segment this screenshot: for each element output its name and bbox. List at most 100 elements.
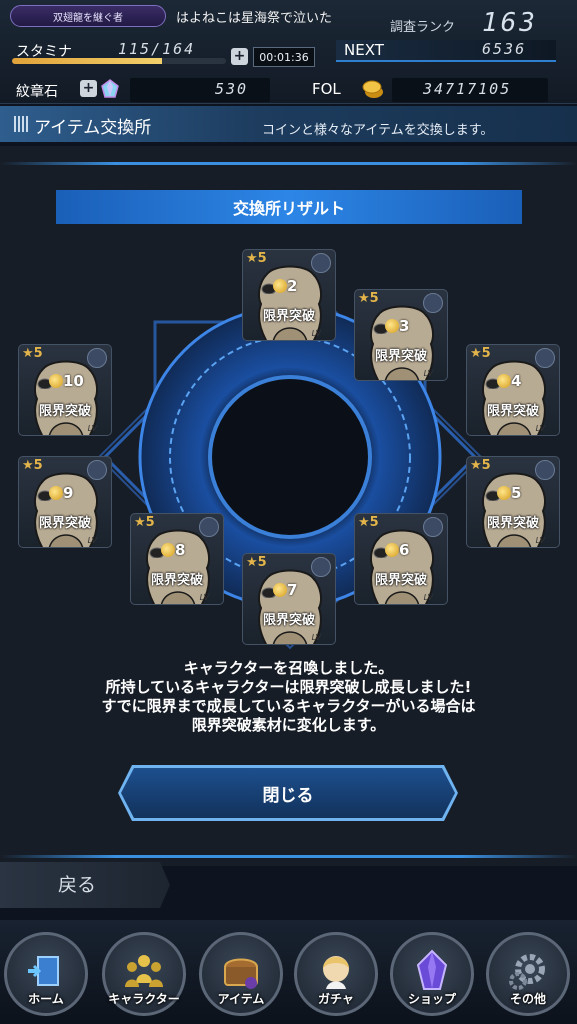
card-level-tag: LV	[311, 329, 321, 338]
class-emblem-icon	[311, 557, 331, 577]
section-title: アイテム交換所	[34, 118, 152, 138]
stone-value-box	[130, 78, 270, 102]
card-level-tag: LV	[87, 424, 97, 433]
result-card[interactable]: ★5 5 限界突破 LV	[466, 456, 560, 548]
result-card[interactable]: ★5 4 限界突破 LV	[466, 344, 560, 436]
card-rarity: ★5	[22, 458, 43, 473]
card-quantity: 2	[287, 277, 298, 295]
card-label: 限界突破	[38, 516, 91, 531]
gold-coin-icon	[385, 319, 399, 333]
result-message-line: すでに限界まで成長しているキャラクターがいる場合は	[101, 697, 476, 715]
card-label: 限界突破	[374, 349, 427, 364]
card-quantity: 5	[511, 484, 522, 502]
card-level-tag: LV	[535, 536, 545, 545]
add-stamina-button[interactable]: +	[231, 48, 248, 65]
result-card[interactable]: ★5 6 限界突破 LV	[354, 513, 448, 605]
stone-value: 530	[215, 80, 249, 98]
result-card[interactable]: ★5 10 限界突破 LV	[18, 344, 112, 436]
card-level-tag: LV	[535, 424, 545, 433]
result-card[interactable]: ★5 2 限界突破 LV	[242, 249, 336, 341]
stamina-bar	[12, 58, 226, 64]
next-label: NEXT	[344, 41, 384, 59]
fol-label: FOL	[312, 80, 341, 98]
rank-value: 163	[482, 8, 538, 38]
card-quantity: 4	[511, 372, 522, 390]
card-label: 限界突破	[262, 309, 315, 324]
fol-coin-icon	[362, 80, 383, 98]
nav-item-characters[interactable]: キャラクター	[102, 932, 186, 1016]
nav-item-shop-crystal[interactable]: ショップ	[390, 932, 474, 1016]
close-button[interactable]: 閉じる	[118, 765, 458, 821]
result-banner: 交換所リザルト	[56, 190, 522, 224]
card-quantity: 10	[63, 372, 84, 390]
card-label: 限界突破	[374, 573, 427, 588]
next-value: 6536	[482, 40, 527, 58]
nav-item-gacha[interactable]: ガチャ	[294, 932, 378, 1016]
card-rarity: ★5	[134, 515, 155, 530]
back-button[interactable]: 戻る	[0, 862, 170, 908]
card-rarity: ★5	[470, 346, 491, 361]
class-emblem-icon	[199, 517, 219, 537]
class-emblem-icon	[535, 348, 555, 368]
title-badge[interactable]: 双翅龍を継ぐ者	[10, 5, 166, 27]
card-level-tag: LV	[423, 593, 433, 602]
card-rarity: ★5	[22, 346, 43, 361]
result-message-line: 限界突破素材に変化します。	[191, 716, 386, 734]
shop-crystal-icon	[410, 949, 454, 993]
stone-label: 紋章石	[16, 84, 58, 100]
nav-label: その他	[509, 992, 546, 1006]
gear-icon	[506, 949, 550, 993]
gold-coin-icon	[497, 374, 511, 388]
nav-label: ホーム	[28, 992, 64, 1006]
card-level-tag: LV	[311, 633, 321, 642]
card-quantity: 6	[399, 541, 410, 559]
card-quantity: 7	[287, 581, 298, 599]
class-emblem-icon	[311, 253, 331, 273]
stamina-bar-fill	[12, 58, 162, 64]
card-label: 限界突破	[38, 404, 91, 419]
class-emblem-icon	[87, 348, 107, 368]
user-name: はよねこは星海祭で泣いた	[176, 11, 333, 26]
card-rarity: ★5	[246, 251, 267, 266]
nav-label: ショップ	[407, 992, 456, 1006]
characters-icon	[122, 949, 166, 993]
bottom-divider	[0, 855, 577, 858]
card-label: 限界突破	[150, 573, 203, 588]
result-card[interactable]: ★5 3 限界突破 LV	[354, 289, 448, 381]
card-rarity: ★5	[358, 291, 379, 306]
result-card[interactable]: ★5 7 限界突破 LV	[242, 553, 336, 645]
class-emblem-icon	[535, 460, 555, 480]
section-stripes-icon	[14, 116, 28, 132]
nav-item-home[interactable]: ホーム	[4, 932, 88, 1016]
card-label: 限界突破	[262, 613, 315, 628]
rank-label: 調査ランク	[390, 20, 456, 35]
nav-label: アイテム	[217, 992, 265, 1006]
fol-value: 34717105	[423, 80, 512, 98]
nav-item-item-chest[interactable]: アイテム	[199, 932, 283, 1016]
result-card[interactable]: ★5 9 限界突破 LV	[18, 456, 112, 548]
nav-item-gear[interactable]: その他	[486, 932, 570, 1016]
card-rarity: ★5	[246, 555, 267, 570]
stamina-value: 115/164	[118, 40, 196, 58]
result-card[interactable]: ★5 8 限界突破 LV	[130, 513, 224, 605]
gold-coin-icon	[49, 486, 63, 500]
class-emblem-icon	[423, 517, 443, 537]
stamina-timer: 00:01:36	[253, 47, 315, 67]
home-icon	[24, 949, 68, 993]
card-rarity: ★5	[470, 458, 491, 473]
result-message-line: 所持しているキャラクターは限界突破し成長しました!	[105, 678, 472, 696]
panel-divider	[0, 162, 577, 165]
card-level-tag: LV	[423, 369, 433, 378]
gold-coin-icon	[385, 543, 399, 557]
card-rarity: ★5	[358, 515, 379, 530]
gold-coin-icon	[273, 583, 287, 597]
crest-stone-icon	[101, 79, 119, 98]
card-label: 限界突破	[486, 404, 539, 419]
add-stone-button[interactable]: +	[80, 80, 97, 97]
card-quantity: 3	[399, 317, 410, 335]
nav-label: キャラクター	[108, 992, 180, 1006]
close-button-label[interactable]: 閉じる	[121, 768, 455, 818]
gold-coin-icon	[273, 279, 287, 293]
card-level-tag: LV	[87, 536, 97, 545]
gold-coin-icon	[161, 543, 175, 557]
